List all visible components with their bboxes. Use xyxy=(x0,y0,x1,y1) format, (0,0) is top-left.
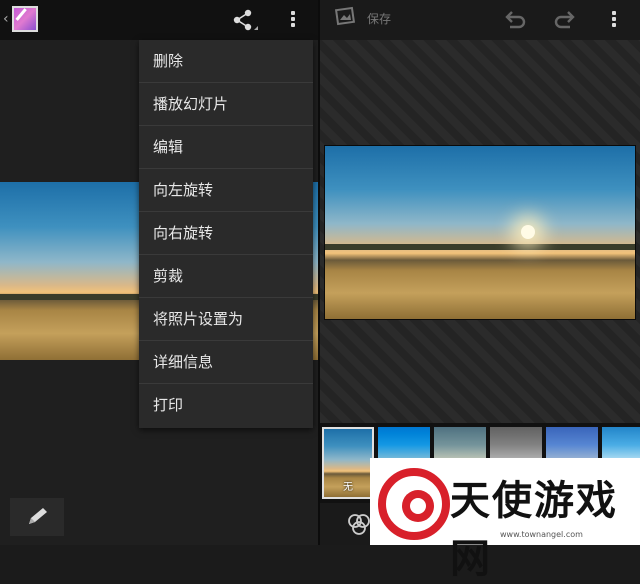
redo-icon[interactable] xyxy=(554,9,576,29)
menu-item-slideshow[interactable]: 播放幻灯片 xyxy=(139,83,313,126)
overflow-menu: 删除 播放幻灯片 编辑 向左旋转 向右旋转 剪裁 将照片设置为 详细信息 打印 xyxy=(139,40,313,428)
site-watermark: 天使游戏网 www.townangel.com xyxy=(370,458,640,582)
editor-photo-preview[interactable] xyxy=(324,145,636,320)
share-icon[interactable] xyxy=(230,8,258,34)
back-chevron-icon[interactable]: ‹ xyxy=(3,12,9,26)
watermark-text: 天使游戏网 xyxy=(450,478,618,582)
save-label[interactable]: 保存 xyxy=(367,10,391,27)
overflow-menu-icon[interactable] xyxy=(290,9,296,33)
gallery-action-bar: ‹ xyxy=(0,0,318,40)
watermark-logo-icon xyxy=(378,468,450,540)
gallery-app-icon[interactable] xyxy=(12,6,38,32)
filter-thumb-none[interactable]: 无 xyxy=(322,427,374,499)
filter-none-label: 无 xyxy=(343,482,353,493)
menu-item-rotate-left[interactable]: 向左旋转 xyxy=(139,169,313,212)
undo-icon[interactable] xyxy=(504,9,526,29)
menu-item-edit[interactable]: 编辑 xyxy=(139,126,313,169)
horizon-hills xyxy=(325,244,635,250)
editor-action-bar: 保存 xyxy=(320,0,640,40)
watermark-url: www.townangel.com xyxy=(500,530,583,539)
gallery-save-icon[interactable] xyxy=(334,5,356,27)
editor-overflow-menu-icon[interactable] xyxy=(611,9,617,33)
menu-item-crop[interactable]: 剪裁 xyxy=(139,255,313,298)
menu-item-set-as[interactable]: 将照片设置为 xyxy=(139,298,313,341)
menu-item-print[interactable]: 打印 xyxy=(139,384,313,427)
filters-circles-icon[interactable] xyxy=(346,511,372,537)
menu-item-rotate-right[interactable]: 向右旋转 xyxy=(139,212,313,255)
gallery-view: ‹ 删除 播放幻灯片 编辑 向左旋转 向右旋转 剪裁 将照片设置为 详细信息 打… xyxy=(0,0,318,545)
pencil-icon xyxy=(29,508,47,524)
sun xyxy=(521,225,535,239)
edit-button[interactable] xyxy=(10,498,64,536)
menu-item-details[interactable]: 详细信息 xyxy=(139,341,313,384)
menu-item-delete[interactable]: 删除 xyxy=(139,40,313,83)
